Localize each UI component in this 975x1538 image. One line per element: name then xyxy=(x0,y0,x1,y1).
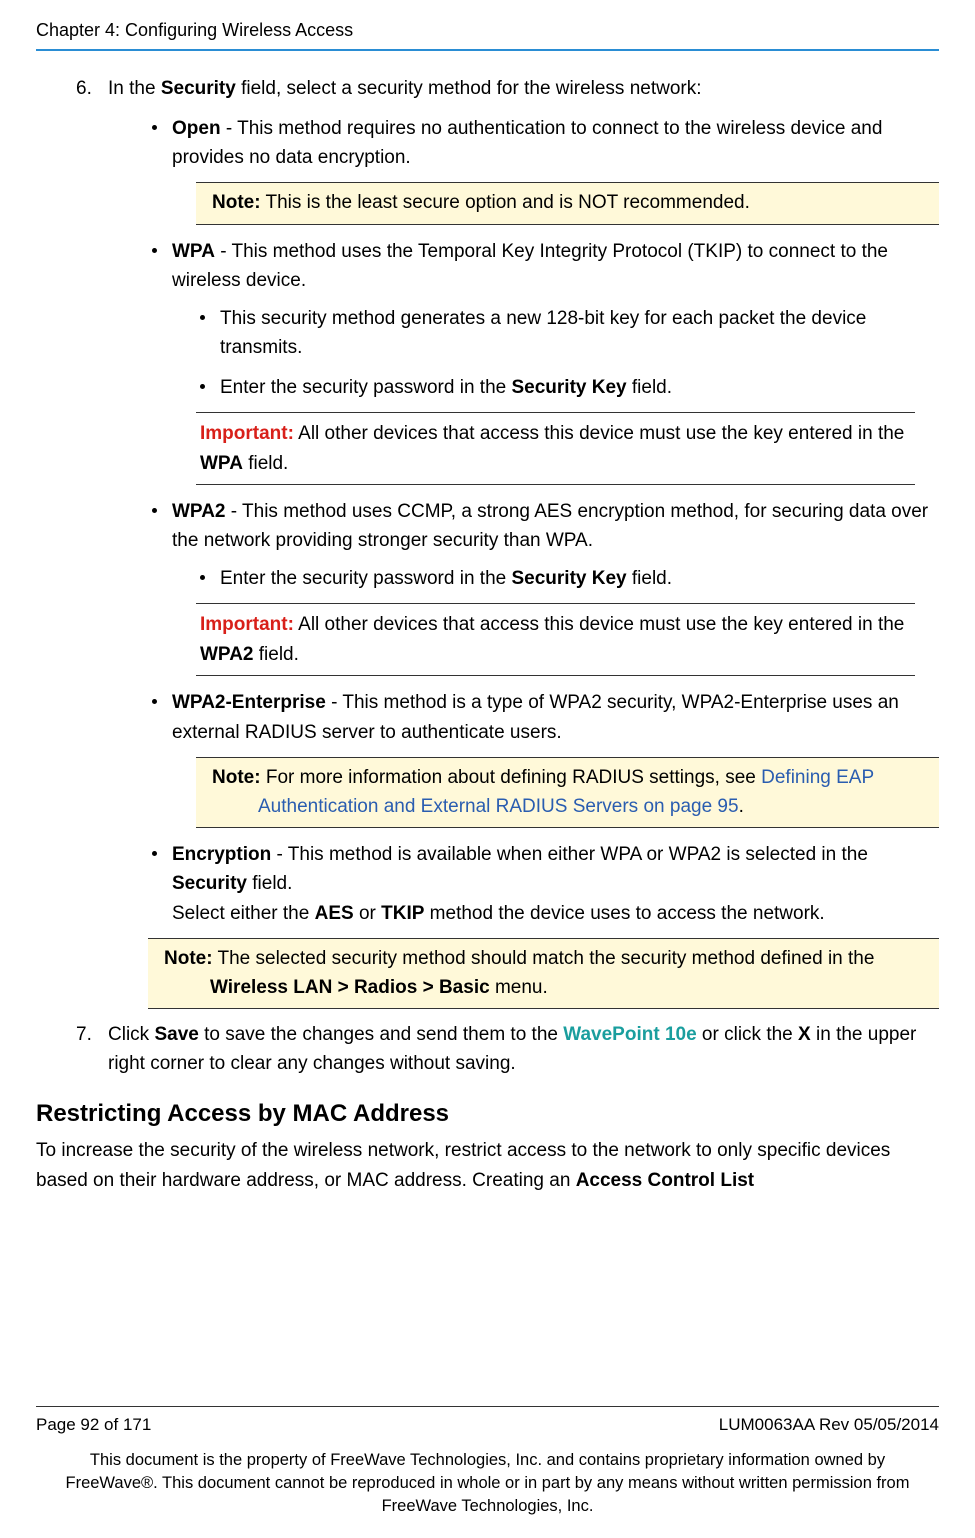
section-intro-mac: To increase the security of the wireless… xyxy=(36,1136,939,1195)
text: field, select a security method for the … xyxy=(236,78,702,99)
text: For more information about defining RADI… xyxy=(261,767,762,788)
step-6: 6. In the Security field, select a secur… xyxy=(76,75,939,1009)
option-label: Encryption xyxy=(172,844,277,865)
note-label: Note: xyxy=(164,948,213,969)
important-label: Important: xyxy=(200,614,294,635)
option-desc: - This method requires no authentication… xyxy=(172,118,882,168)
term-acl: Access Control List xyxy=(576,1170,754,1191)
text: field. xyxy=(243,453,288,474)
section-heading-mac: Restricting Access by MAC Address xyxy=(36,1100,939,1128)
button-name-close: X xyxy=(798,1024,811,1045)
text: field. xyxy=(627,568,672,589)
option-encryption: Encryption - This method is available wh… xyxy=(148,840,939,928)
important-label: Important: xyxy=(200,423,294,444)
text: Enter the security password in the xyxy=(220,568,511,589)
text: . xyxy=(739,796,744,817)
text: to save the changes and send them to the xyxy=(199,1024,563,1045)
wpa-sub-2: Enter the security password in the Secur… xyxy=(196,373,939,402)
text: field. xyxy=(247,873,292,894)
text: Click xyxy=(108,1024,154,1045)
note-label: Note: xyxy=(212,767,261,788)
option-desc: - This method uses CCMP, a strong AES en… xyxy=(172,501,928,551)
note-label: Note: xyxy=(212,192,261,213)
text: or xyxy=(354,903,381,924)
text: Enter the security password in the xyxy=(220,377,511,398)
text: To increase the security of the wireless… xyxy=(36,1140,890,1190)
revision-id: LUM0063AA Rev 05/05/2014 xyxy=(719,1415,939,1435)
text: All other devices that access this devic… xyxy=(294,423,904,444)
option-label: Open xyxy=(172,118,221,139)
important-wpa: Important: All other devices that access… xyxy=(196,412,915,485)
field-name: Security xyxy=(172,873,247,894)
field-name: WPA xyxy=(200,453,243,474)
text: Select either the xyxy=(172,903,315,924)
field-name: Security xyxy=(161,78,236,99)
option-wpa2-enterprise: WPA2-Enterprise - This method is a type … xyxy=(148,688,939,828)
field-name: Security Key xyxy=(511,568,626,589)
note-open: Note: This is the least secure option an… xyxy=(196,182,939,225)
header-rule xyxy=(36,49,939,51)
wpa2-sub-1: Enter the security password in the Secur… xyxy=(196,564,939,593)
footer-rule xyxy=(36,1406,939,1407)
text: field. xyxy=(627,377,672,398)
product-name: WavePoint 10e xyxy=(563,1024,696,1045)
important-wpa2: Important: All other devices that access… xyxy=(196,603,915,676)
page-number: Page 92 of 171 xyxy=(36,1415,151,1435)
text: method the device uses to access the net… xyxy=(424,903,824,924)
option-open: Open - This method requires no authentic… xyxy=(148,114,939,225)
note-security-match: Note: The selected security method shoul… xyxy=(148,938,939,1009)
text: field. xyxy=(253,644,298,665)
option-label: WPA2-Enterprise xyxy=(172,692,326,713)
text: In the xyxy=(108,78,161,99)
text: menu. xyxy=(490,977,548,998)
legal-notice: This document is the property of FreeWav… xyxy=(36,1449,939,1518)
option-label: WPA2 xyxy=(172,501,225,522)
text: or click the xyxy=(697,1024,798,1045)
option-wpa2: WPA2 - This method uses CCMP, a strong A… xyxy=(148,497,939,676)
option-label: WPA xyxy=(172,241,215,262)
chapter-header: Chapter 4: Configuring Wireless Access xyxy=(36,20,939,41)
field-name: Security Key xyxy=(511,377,626,398)
menu-path: Wireless LAN > Radios > Basic xyxy=(210,977,490,998)
text: The selected security method should matc… xyxy=(213,948,875,969)
page-footer: Page 92 of 171 LUM0063AA Rev 05/05/2014 … xyxy=(36,1406,939,1518)
value-tkip: TKIP xyxy=(381,903,424,924)
field-name: WPA2 xyxy=(200,644,253,665)
option-desc: - This method uses the Temporal Key Inte… xyxy=(172,241,888,291)
step-number: 6. xyxy=(76,75,92,104)
step-6-intro: In the Security field, select a security… xyxy=(108,78,702,99)
text: - This method is available when either W… xyxy=(277,844,868,865)
note-wpa2ent: Note: For more information about definin… xyxy=(196,757,939,828)
step-7: 7. Click Save to save the changes and se… xyxy=(76,1021,939,1078)
wpa-sub-1: This security method generates a new 128… xyxy=(196,304,939,363)
option-wpa: WPA - This method uses the Temporal Key … xyxy=(148,237,939,485)
value-aes: AES xyxy=(315,903,354,924)
button-name-save: Save xyxy=(154,1024,198,1045)
note-text: This is the least secure option and is N… xyxy=(261,192,750,213)
step-number: 7. xyxy=(76,1021,92,1050)
text: All other devices that access this devic… xyxy=(294,614,904,635)
